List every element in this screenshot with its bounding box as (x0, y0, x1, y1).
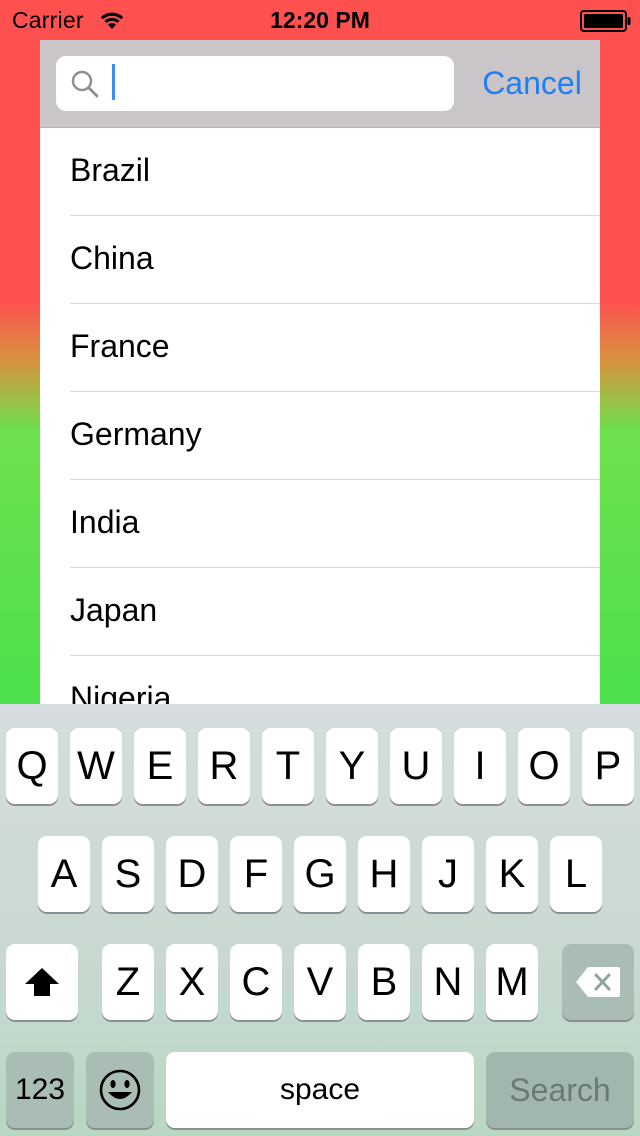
key-a[interactable]: A (38, 836, 90, 912)
shift-key[interactable] (6, 944, 78, 1020)
list-item[interactable]: Germany (70, 392, 600, 480)
list-item[interactable]: India (70, 480, 600, 568)
key-r[interactable]: R (198, 728, 250, 804)
key-w[interactable]: W (70, 728, 122, 804)
key-d[interactable]: D (166, 836, 218, 912)
results-list: Brazil China France Germany India Japan … (40, 128, 600, 744)
cancel-button[interactable]: Cancel (474, 58, 590, 108)
backspace-icon (576, 967, 620, 997)
key-t[interactable]: T (262, 728, 314, 804)
key-m[interactable]: M (486, 944, 538, 1020)
key-k[interactable]: K (486, 836, 538, 912)
shift-arrow-icon (25, 968, 59, 996)
key-u[interactable]: U (390, 728, 442, 804)
key-l[interactable]: L (550, 836, 602, 912)
key-g[interactable]: G (294, 836, 346, 912)
list-item-label: Germany (70, 416, 202, 452)
keyboard: Q W E R T Y U I O P A S D F G H J K L Z … (0, 704, 640, 1136)
key-i[interactable]: I (454, 728, 506, 804)
list-item-label: China (70, 240, 154, 276)
space-key[interactable]: space (166, 1052, 474, 1128)
key-f[interactable]: F (230, 836, 282, 912)
search-input[interactable] (112, 64, 442, 102)
key-q[interactable]: Q (6, 728, 58, 804)
list-item-label: India (70, 504, 140, 540)
key-b[interactable]: B (358, 944, 410, 1020)
list-item[interactable]: France (70, 304, 600, 392)
magnifying-glass-icon (71, 70, 99, 98)
key-z[interactable]: Z (102, 944, 154, 1020)
list-item-label: Brazil (70, 152, 151, 188)
key-p[interactable]: P (582, 728, 634, 804)
battery-full-icon (580, 10, 631, 32)
clock: 12:20 PM (270, 7, 370, 33)
search-bar: Cancel (40, 40, 600, 128)
list-item-label: France (70, 328, 170, 364)
key-e[interactable]: E (134, 728, 186, 804)
key-x[interactable]: X (166, 944, 218, 1020)
search-results-panel: Cancel Brazil China France Germany India… (40, 40, 600, 744)
list-item[interactable]: China (70, 216, 600, 304)
list-item-label: Japan (70, 592, 158, 628)
search-field[interactable] (56, 56, 454, 111)
search-key[interactable]: Search (486, 1052, 634, 1128)
key-c[interactable]: C (230, 944, 282, 1020)
key-h[interactable]: H (358, 836, 410, 912)
key-n[interactable]: N (422, 944, 474, 1020)
text-caret (112, 64, 115, 100)
emoji-face-icon (99, 1069, 141, 1111)
list-item[interactable]: Brazil (70, 128, 600, 216)
key-y[interactable]: Y (326, 728, 378, 804)
key-v[interactable]: V (294, 944, 346, 1020)
key-j[interactable]: J (422, 836, 474, 912)
list-item[interactable]: Japan (70, 568, 600, 656)
status-bar: Carrier 12:20 PM (0, 0, 640, 40)
delete-key[interactable] (562, 944, 634, 1020)
key-s[interactable]: S (102, 836, 154, 912)
screen: Carrier 12:20 PM Cancel Brazil China Fra… (0, 0, 640, 1136)
emoji-key[interactable] (86, 1052, 154, 1128)
key-o[interactable]: O (518, 728, 570, 804)
numbers-key[interactable]: 123 (6, 1052, 74, 1128)
